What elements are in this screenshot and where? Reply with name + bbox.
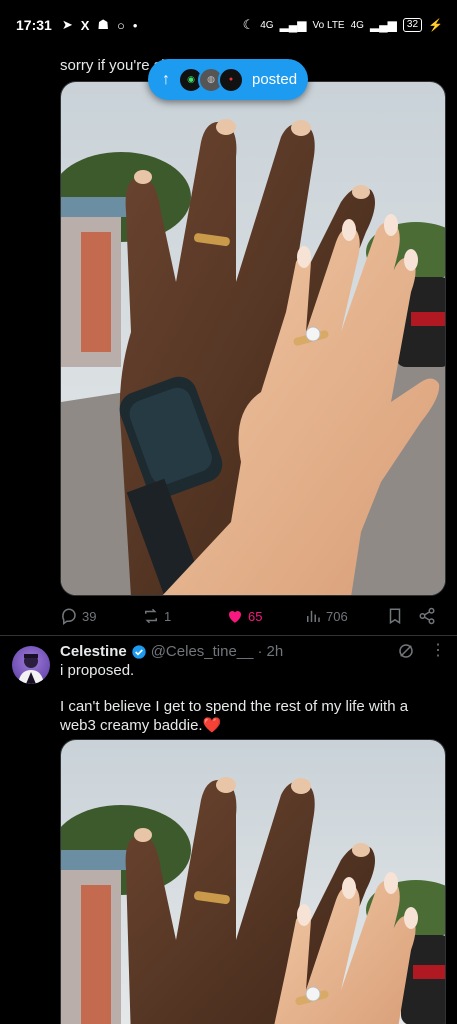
snapchat-icon: ☗ xyxy=(97,17,110,32)
signal-icon-2: ▂▄▆ xyxy=(369,18,397,32)
share-button[interactable] xyxy=(418,607,436,625)
tweet-action-bar: 39 1 65 706 xyxy=(60,605,440,627)
tweet-body: I can't believe I get to spend the rest … xyxy=(60,698,409,734)
repost-icon xyxy=(145,608,157,624)
arrow-up-icon: ↑ xyxy=(162,70,170,88)
user-handle[interactable]: @Celes_tine__ xyxy=(151,643,254,660)
status-time: 17:31 xyxy=(16,17,52,33)
network-label-2: Vo LTE xyxy=(312,19,345,31)
share-icon xyxy=(419,607,435,625)
x-logo-icon: X xyxy=(80,17,90,33)
reply-icon xyxy=(62,608,76,625)
avatar: ● xyxy=(218,66,244,93)
grok-icon[interactable] xyxy=(397,642,415,660)
like-count: 65 xyxy=(248,608,263,624)
battery-indicator: 32 xyxy=(402,18,423,32)
pill-avatars: ◉ ◍ ● xyxy=(178,66,244,93)
navigation-arrow-icon: ➤ xyxy=(61,17,73,32)
tweet-image[interactable] xyxy=(60,739,446,1024)
network-label-1: 4G xyxy=(260,19,274,31)
separator-dot: · xyxy=(257,643,263,660)
new-posts-pill[interactable]: ↑ ◉ ◍ ● posted xyxy=(148,59,308,100)
status-right-icons: ☾ 4G ▂▄▆ Vo LTE 4G ▂▄▆ 32 ⚡ xyxy=(243,17,443,33)
repost-count: 1 xyxy=(164,608,172,624)
display-name[interactable]: Celestine xyxy=(60,643,127,660)
status-bar: 17:31 ➤ X ☗ ○ • ☾ 4G ▂▄▆ Vo LTE 4G ▂▄▆ 3… xyxy=(0,0,457,50)
reply-button[interactable]: 39 xyxy=(60,607,96,625)
tweet-image[interactable] xyxy=(60,81,446,596)
like-button[interactable]: 65 xyxy=(226,607,262,625)
moon-icon: ☾ xyxy=(242,17,255,32)
tweet-text-line: i proposed. xyxy=(60,662,135,679)
tweet-timestamp[interactable]: 2h xyxy=(267,643,284,660)
bookmark-icon xyxy=(389,608,401,625)
avatar[interactable] xyxy=(12,646,50,684)
charging-icon: ⚡ xyxy=(428,18,443,32)
verified-badge-icon xyxy=(132,644,146,659)
bookmark-button[interactable] xyxy=(386,607,404,625)
views-button[interactable]: 706 xyxy=(304,607,348,625)
dot-icon: • xyxy=(132,17,138,33)
tweet-header: Celestine @Celes_tine__ · 2h xyxy=(60,643,283,660)
view-count: 706 xyxy=(326,608,348,624)
reply-count: 39 xyxy=(82,608,97,624)
heart-icon xyxy=(228,610,242,623)
repost-button[interactable]: 1 xyxy=(142,607,171,625)
pill-label: posted xyxy=(252,71,298,88)
circle-icon: ○ xyxy=(117,17,125,33)
network-label-3: 4G xyxy=(350,19,364,31)
status-left-icons: ➤ X ☗ ○ • xyxy=(62,17,138,33)
more-options-icon[interactable]: ⋮ xyxy=(430,642,446,660)
views-icon xyxy=(307,610,320,622)
tweet-divider xyxy=(0,635,457,636)
signal-icon: ▂▄▆ xyxy=(279,18,307,32)
